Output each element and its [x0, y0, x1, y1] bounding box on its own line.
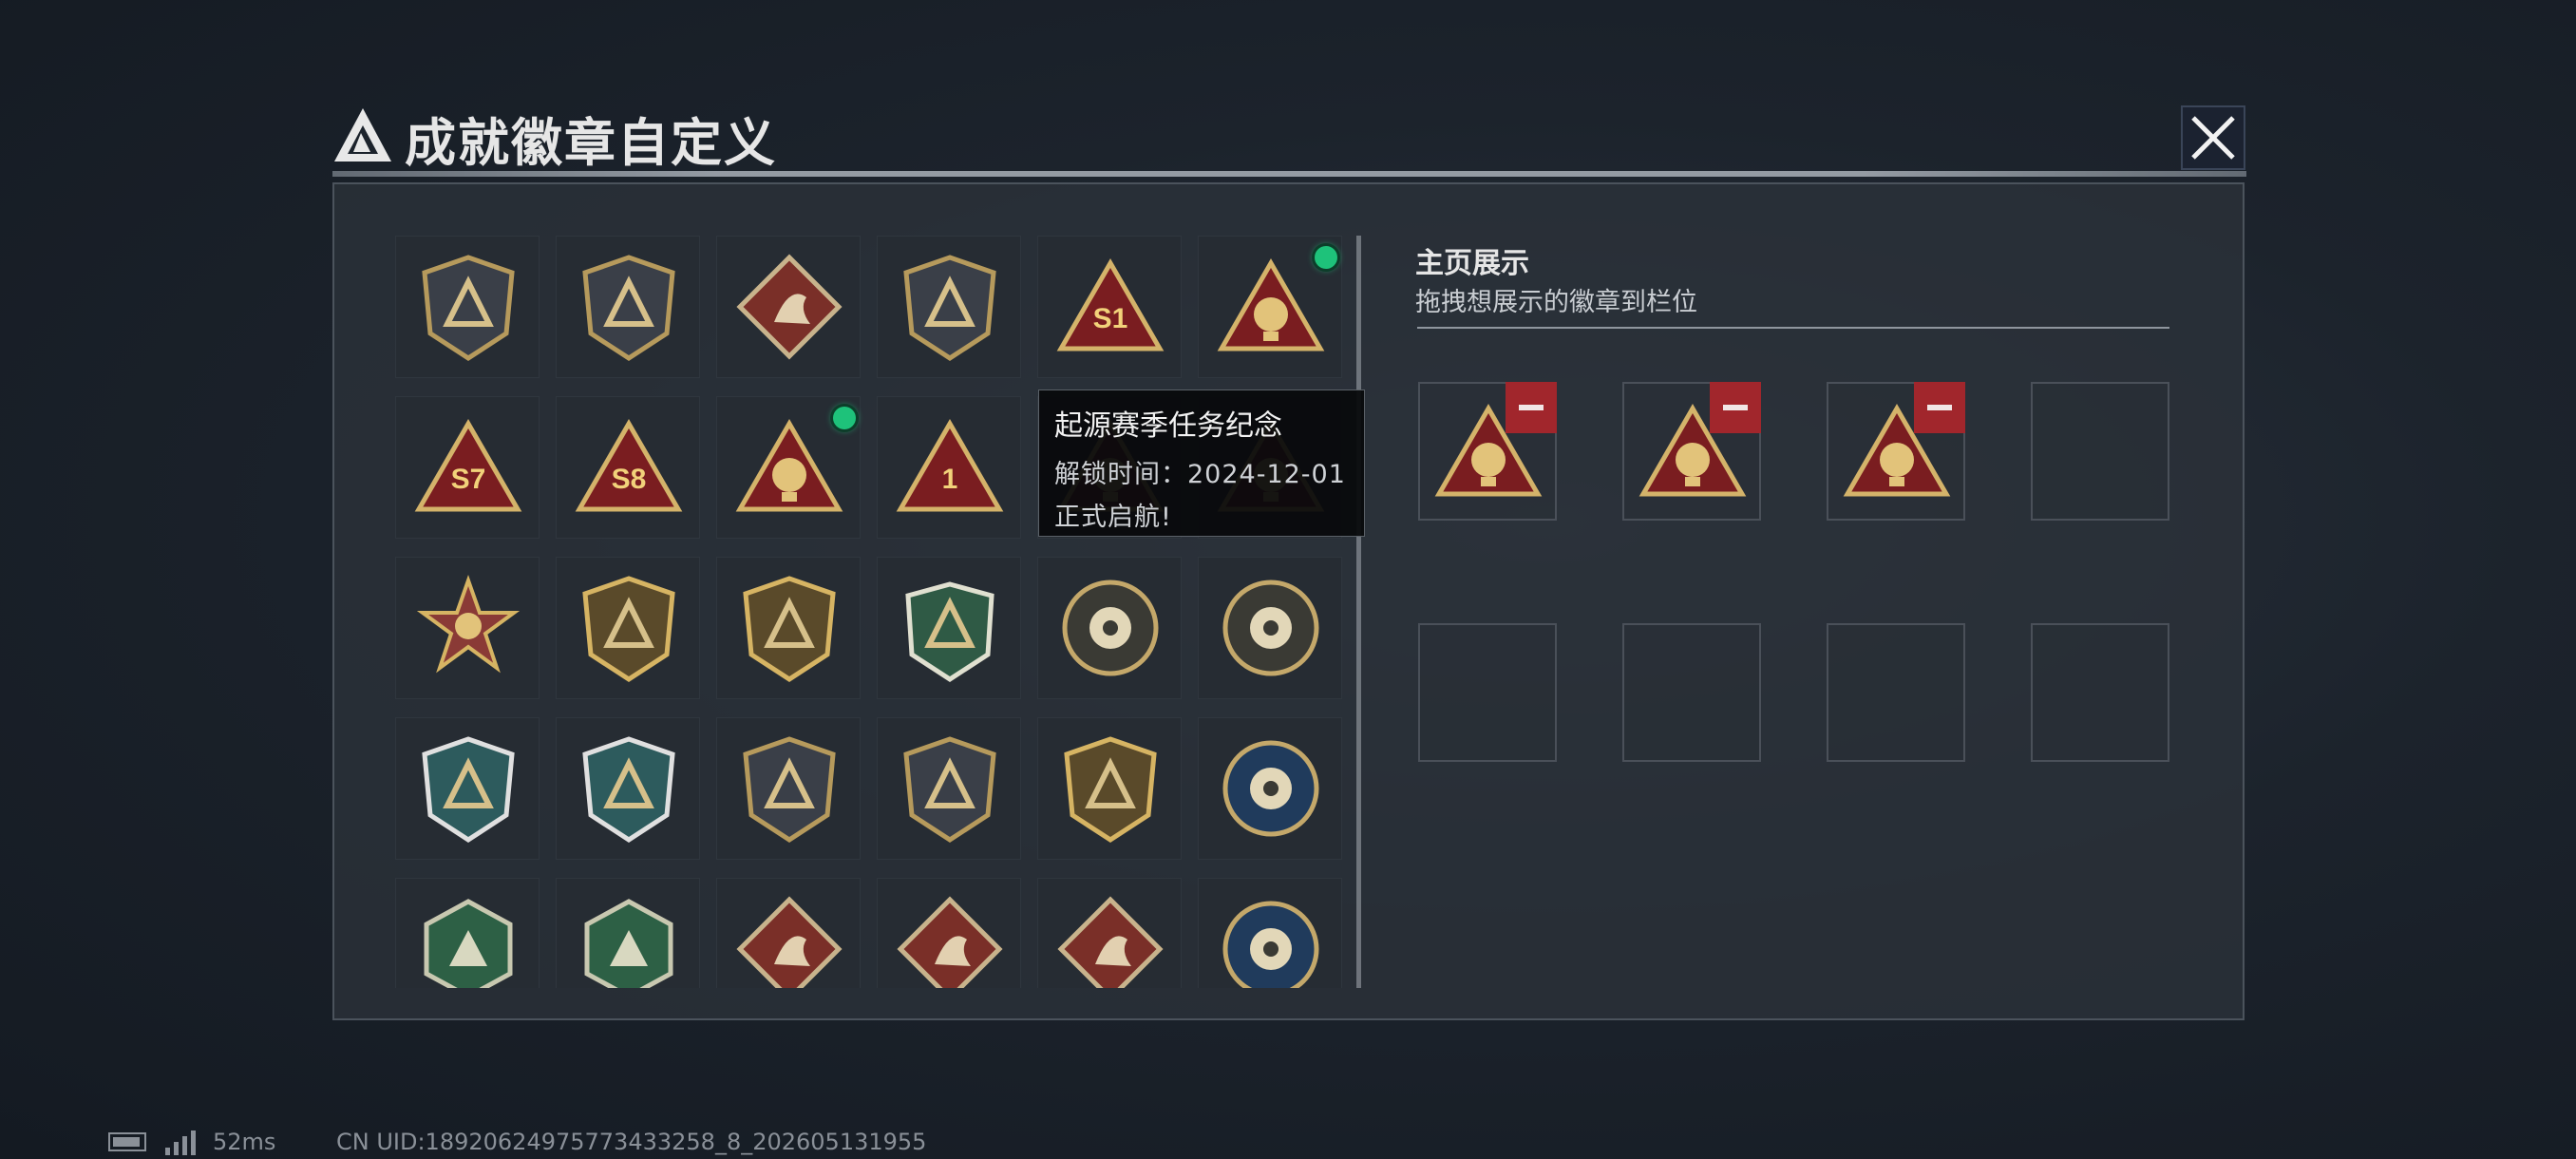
delta-logo-icon	[334, 108, 391, 162]
badge-star-medal-icon	[416, 574, 521, 674]
signal-icon	[165, 1130, 196, 1155]
showcase-slot[interactable]	[1622, 623, 1761, 762]
badge-wolf-round-icon	[1222, 901, 1319, 988]
badge-globe-triangle-icon	[1217, 258, 1325, 352]
badge-rifle-crest-blue-icon	[422, 736, 515, 843]
battery-icon	[108, 1132, 146, 1151]
remove-badge-button[interactable]	[1506, 382, 1557, 433]
badge-cell[interactable]	[1037, 557, 1182, 699]
tooltip-description: 正式启航!	[1054, 503, 1172, 532]
badge-cell[interactable]: 1	[877, 396, 1021, 539]
close-button[interactable]	[2180, 104, 2246, 171]
badge-gold-rifle-crest-icon	[1064, 736, 1157, 843]
showcase-slot[interactable]	[1418, 382, 1557, 521]
badge-s1-triangle-icon: S1	[1056, 258, 1165, 352]
badge-hammer-hexagon-icon	[584, 899, 673, 988]
svg-text:1: 1	[942, 464, 958, 495]
tooltip-unlock-time: 解锁时间：2024-12-01	[1054, 453, 1349, 490]
badge-cell[interactable]	[1198, 557, 1342, 699]
badge-cell[interactable]	[395, 236, 540, 378]
showcase-slot[interactable]	[1418, 623, 1557, 762]
badge-cell[interactable]	[556, 557, 700, 699]
badge-round-skull-icon	[1222, 580, 1319, 676]
selected-indicator-icon	[833, 407, 856, 429]
badge-cell[interactable]	[877, 236, 1021, 378]
header-divider	[332, 171, 2246, 177]
badge-grid[interactable]: S1 S7 S8 1	[395, 236, 1349, 988]
badge-cell[interactable]	[716, 236, 861, 378]
badge-dragon-diamond-2-icon	[897, 896, 1003, 988]
badge-tooltip: 起源赛季任务纪念 解锁时间：2024-12-01 正式启航!	[1038, 390, 1365, 537]
badge-cell[interactable]: S7	[395, 396, 540, 539]
showcase-slot[interactable]	[2031, 623, 2169, 762]
badge-round-sniper-icon	[1062, 580, 1159, 676]
badge-cell[interactable]	[877, 717, 1021, 860]
tooltip-title: 起源赛季任务纪念	[1054, 409, 1282, 443]
badge-cell[interactable]	[1198, 878, 1342, 988]
badge-cell[interactable]	[556, 878, 700, 988]
showcase-subtitle: 拖拽想展示的徽章到栏位	[1415, 288, 1697, 317]
badge-dragon-diamond-icon	[736, 896, 843, 988]
badge-cell[interactable]	[395, 878, 540, 988]
badge-cell[interactable]	[395, 557, 540, 699]
page-header: 成就徽章自定义	[332, 95, 2246, 180]
page-title: 成就徽章自定义	[405, 113, 777, 173]
badge-grid-scrollbar[interactable]	[1356, 236, 1361, 988]
badge-cell[interactable]	[556, 236, 700, 378]
badge-cell[interactable]	[877, 878, 1021, 988]
badge-star-crest-icon	[743, 576, 836, 682]
badge-s8-triangle-icon: S8	[575, 419, 683, 512]
showcase-slot[interactable]	[2031, 382, 2169, 521]
badge-hornet-hexagon-icon	[424, 899, 513, 988]
showcase-divider	[1417, 327, 2169, 329]
badge-cell[interactable]	[716, 717, 861, 860]
ping-value: 52ms	[213, 1129, 276, 1155]
badge-one-triangle-icon: 1	[896, 419, 1004, 512]
badge-s7-triangle-icon: S7	[414, 419, 522, 512]
badge-cell[interactable]	[556, 717, 700, 860]
badge-pistol-shield-icon	[903, 736, 996, 843]
badge-cell[interactable]	[1037, 878, 1182, 988]
badge-runner-diamond-icon	[1057, 896, 1164, 988]
tooltip-unlock-date: 2024-12-01	[1187, 460, 1346, 489]
badge-cell[interactable]: S1	[1037, 236, 1182, 378]
badge-diamond-shield-icon	[736, 254, 843, 360]
badge-helicopter-shield-icon	[582, 255, 675, 361]
badge-knife-shield-icon	[743, 736, 836, 843]
badge-delta-shield-icon	[422, 255, 515, 361]
remove-badge-button[interactable]	[1914, 382, 1965, 433]
badge-cell[interactable]	[395, 717, 540, 860]
svg-text:S8: S8	[612, 464, 647, 495]
badge-cell[interactable]	[1198, 236, 1342, 378]
user-uid: CN UID:18920624975773433258_8_2026051319…	[336, 1129, 927, 1155]
badge-gold-shield-icon	[582, 576, 675, 682]
badge-cell[interactable]	[716, 878, 861, 988]
svg-text:S7: S7	[451, 464, 486, 495]
badge-eagle-round-icon	[1222, 740, 1319, 837]
showcase-slot[interactable]	[1827, 623, 1965, 762]
badge-cell[interactable]	[877, 557, 1021, 699]
badge-rifle-crest-blue-2-icon	[582, 736, 675, 843]
showcase-title: 主页展示	[1415, 247, 1529, 280]
svg-text:S1: S1	[1093, 303, 1128, 334]
badge-cell[interactable]	[716, 396, 861, 539]
remove-badge-button[interactable]	[1710, 382, 1761, 433]
badge-green-gem-shield-icon	[905, 581, 994, 682]
badge-ship-triangle-icon	[735, 419, 843, 512]
showcase-slot[interactable]	[1827, 382, 1965, 521]
badge-cell[interactable]	[1198, 717, 1342, 860]
selected-indicator-icon	[1315, 246, 1337, 269]
badge-cell[interactable]: S8	[556, 396, 700, 539]
badge-dagger-shield-icon	[903, 255, 996, 361]
badge-cell[interactable]	[1037, 717, 1182, 860]
badge-cell[interactable]	[716, 557, 861, 699]
tooltip-unlock-label: 解锁时间：	[1054, 460, 1187, 489]
showcase-slot[interactable]	[1622, 382, 1761, 521]
